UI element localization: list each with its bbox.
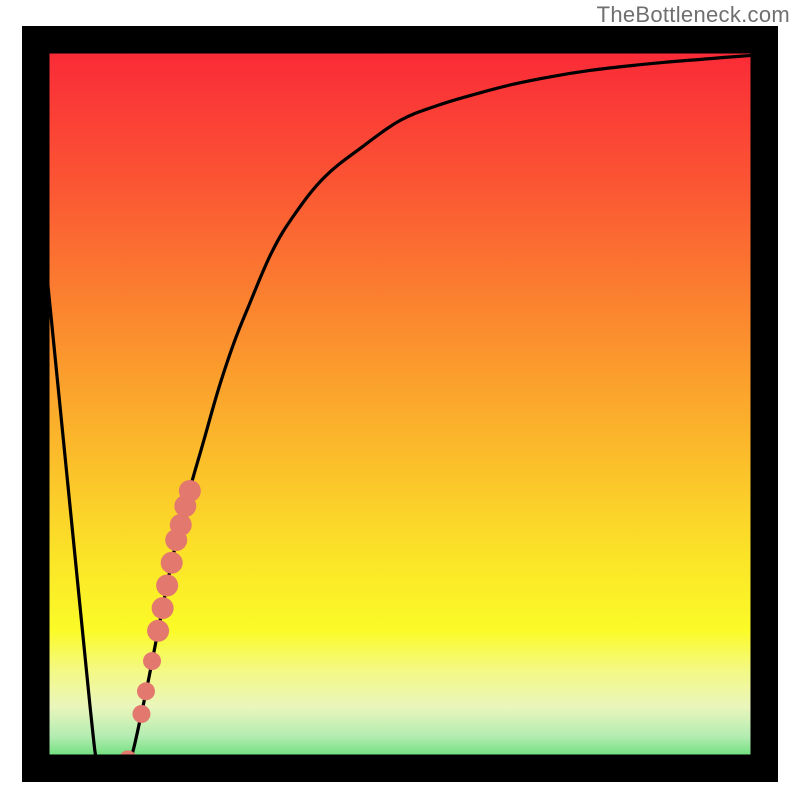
- marker-point: [147, 620, 169, 642]
- marker-point: [132, 705, 150, 723]
- marker-point: [152, 597, 174, 619]
- marker-point: [170, 514, 192, 536]
- attribution-label: TheBottleneck.com: [597, 2, 790, 28]
- chart-svg: [22, 26, 778, 782]
- chart-frame: TheBottleneck.com: [0, 0, 800, 800]
- marker-point: [137, 682, 155, 700]
- gradient-background: [22, 26, 778, 782]
- marker-point: [143, 652, 161, 670]
- plot-area: [22, 26, 778, 782]
- marker-point: [179, 480, 201, 502]
- marker-point: [161, 552, 183, 574]
- marker-point: [156, 574, 178, 596]
